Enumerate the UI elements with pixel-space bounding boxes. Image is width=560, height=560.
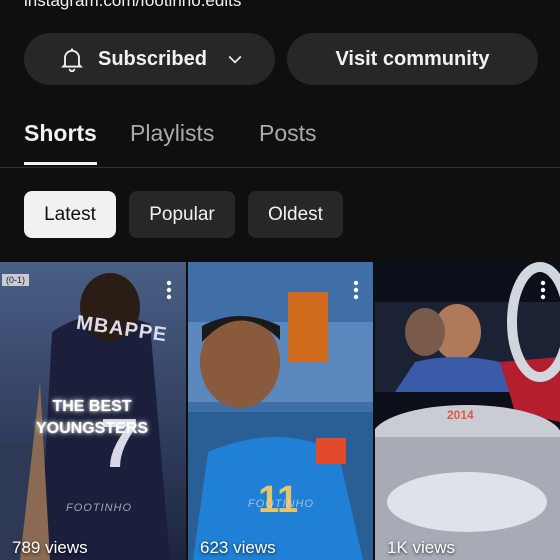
bell-icon (60, 48, 84, 73)
short-thumbnail[interactable]: 7 (0-1) MBAPPE THE BEST YOUNGSTERS FOOTI… (0, 262, 186, 560)
chevron-down-icon (228, 55, 242, 64)
more-vert-icon[interactable] (540, 280, 546, 300)
view-count: 789 views (12, 538, 88, 557)
short-thumbnail[interactable]: 11 FOOTINHO 623 views (188, 262, 373, 560)
short-thumbnail[interactable]: 2014 1K views (375, 262, 560, 560)
visit-community-button[interactable]: Visit community (287, 33, 538, 85)
subscribed-label: Subscribed (98, 47, 207, 70)
chip-oldest[interactable]: Oldest (248, 191, 343, 238)
tab-posts[interactable]: Posts (259, 120, 317, 147)
subscribed-button[interactable]: Subscribed (24, 33, 275, 85)
tab-shorts[interactable]: Shorts (24, 120, 97, 165)
chip-latest[interactable]: Latest (24, 191, 116, 238)
short-thumbnail-image: 11 (188, 262, 373, 560)
more-vert-icon[interactable] (166, 280, 172, 300)
short-thumbnail-image: 2014 (375, 262, 560, 560)
view-count: 1K views (387, 538, 456, 557)
year-text: 2014 (447, 408, 474, 422)
watermark: FOOTINHO (248, 498, 315, 510)
watermark: FOOTINHO (66, 502, 133, 514)
more-vert-icon[interactable] (353, 280, 359, 300)
chip-popular[interactable]: Popular (129, 191, 235, 238)
channel-tabs: Shorts Playlists Posts (0, 106, 560, 168)
tab-playlists[interactable]: Playlists (130, 120, 214, 147)
visit-community-label: Visit community (335, 47, 490, 70)
score-tag: (0-1) (2, 274, 30, 286)
channel-link[interactable]: instagram.com/footinho.edits (24, 0, 241, 11)
short-caption: THE BEST YOUNGSTERS (35, 398, 148, 437)
view-count: 623 views (200, 538, 276, 557)
